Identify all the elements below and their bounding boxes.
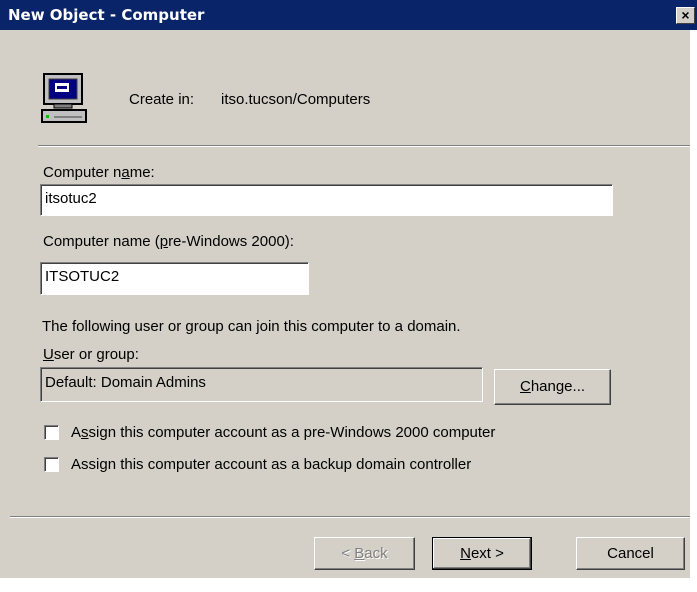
back-button[interactable]: < Back bbox=[314, 537, 415, 570]
backup-dc-checkbox[interactable] bbox=[44, 457, 59, 472]
create-in-value: itso.tucson/Computers bbox=[221, 91, 371, 108]
next-button[interactable]: Next > bbox=[432, 537, 532, 570]
computer-name-field[interactable]: itsotuc2 bbox=[40, 184, 613, 216]
pre-win2000-checkbox-label: Assign this computer account as a pre-Wi… bbox=[71, 424, 496, 441]
create-in-label: Create in: bbox=[129, 91, 195, 108]
pre-win2000-name-label: Computer name (pre-Windows 2000): bbox=[43, 233, 294, 250]
close-icon: × bbox=[681, 7, 690, 23]
computer-icon bbox=[40, 72, 90, 126]
user-or-group-label: User or group: bbox=[43, 346, 139, 363]
close-button[interactable]: × bbox=[676, 7, 695, 24]
right-edge bbox=[690, 30, 697, 592]
join-info-text: The following user or group can join thi… bbox=[42, 318, 461, 335]
new-object-computer-dialog: New Object - Computer × Create in: itso.… bbox=[0, 0, 697, 592]
pre-win2000-checkbox[interactable] bbox=[44, 425, 59, 440]
computer-name-label: Computer name: bbox=[43, 164, 155, 181]
change-button[interactable]: Change... bbox=[494, 369, 611, 405]
backup-dc-checkbox-label: Assign this computer account as a backup… bbox=[71, 456, 472, 473]
cancel-button[interactable]: Cancel bbox=[576, 537, 685, 570]
bottom-edge bbox=[0, 578, 697, 592]
footer-separator bbox=[10, 516, 690, 518]
pre-win2000-name-field[interactable]: ITSOTUC2 bbox=[40, 262, 309, 295]
header-separator bbox=[38, 145, 692, 147]
title-bar[interactable]: New Object - Computer × bbox=[0, 0, 697, 30]
user-or-group-field: Default: Domain Admins bbox=[40, 367, 483, 402]
window-title: New Object - Computer bbox=[8, 6, 205, 24]
